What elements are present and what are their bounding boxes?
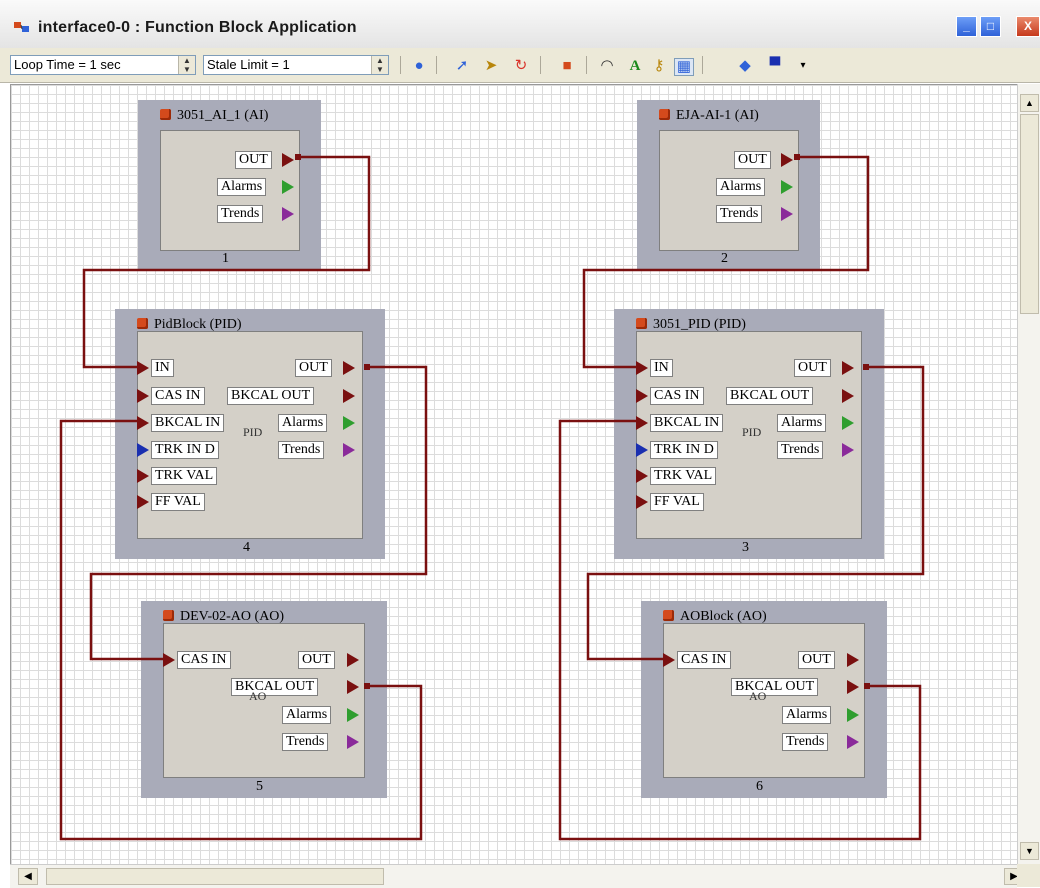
toolbar-separator [436,56,437,74]
loop-time-field[interactable]: Loop Time = 1 sec ▲ ▼ [10,55,196,75]
stale-limit-field[interactable]: Stale Limit = 1 ▲ ▼ [203,55,389,75]
text-icon[interactable]: A [626,58,644,74]
close-button[interactable]: X [1016,16,1040,37]
wire-5-bkcal-out-to-4-bkcal-in [59,419,423,841]
toolbar-separator [400,56,401,74]
connection-wires [59,154,925,841]
wire-4-out-to-5-cas-in [89,365,428,661]
stale-limit-spinner[interactable]: ▲ ▼ [371,56,388,74]
toolbar-separator [586,56,587,74]
maximize-button[interactable]: □ [980,16,1001,37]
wire-3-out-to-6-cas-in [586,365,925,661]
resize-grip-icon[interactable] [1017,864,1040,887]
connect-arrow-icon[interactable]: ➤ [482,58,500,74]
loop-time-value: Loop Time = 1 sec [14,57,121,72]
toolbar-separator [702,56,703,74]
window-title: interface0-0 : Function Block Applicatio… [38,19,357,36]
scroll-down-icon[interactable]: ▼ [1020,842,1039,860]
diagram-canvas[interactable]: 3051_AI_1 (AI) OUT Alarms Trends 1 EJA-A… [10,84,1018,865]
title-bar[interactable]: interface0-0 : Function Block Applicatio… [0,0,1040,49]
wire-2-out-to-3-in [582,155,870,369]
horizontal-scroll-thumb[interactable] [46,868,384,885]
dropdown-arrow-icon[interactable]: ▾ [794,58,812,74]
scroll-up-icon[interactable]: ▲ [1020,94,1039,112]
toolbar: Loop Time = 1 sec ▲ ▼ Stale Limit = 1 ▲ ▼ … [0,48,1040,83]
vertical-scroll-thumb[interactable] [1020,114,1039,314]
stale-limit-value: Stale Limit = 1 [207,57,290,72]
color-icon[interactable]: ▀ [766,58,784,74]
app-icon [14,22,29,32]
wire-1-out-to-4-in [82,155,371,369]
toolbar-separator [540,56,541,74]
scroll-left-icon[interactable]: ◀ [18,868,38,885]
calculator-icon[interactable]: ▦ [674,58,694,76]
loop-time-spinner[interactable]: ▲ ▼ [178,56,195,74]
minimize-button[interactable]: _ [956,16,977,37]
horizontal-scrollbar[interactable]: ◀ ▶ [10,864,1024,888]
fill-icon[interactable]: ◆ [736,58,754,74]
pointer-icon[interactable]: ➚ [453,58,471,74]
wire-6-bkcal-out-to-3-bkcal-in [558,419,922,841]
check-circle-icon[interactable]: ● [410,58,428,74]
vertical-scrollbar[interactable]: ▲ ▼ [1017,84,1040,864]
add-block-icon[interactable]: ■ [558,58,576,74]
refresh-icon[interactable]: ↻ [512,58,530,74]
eye-icon[interactable]: ◠ [598,58,616,74]
key-icon[interactable]: ⚷ [650,58,668,74]
